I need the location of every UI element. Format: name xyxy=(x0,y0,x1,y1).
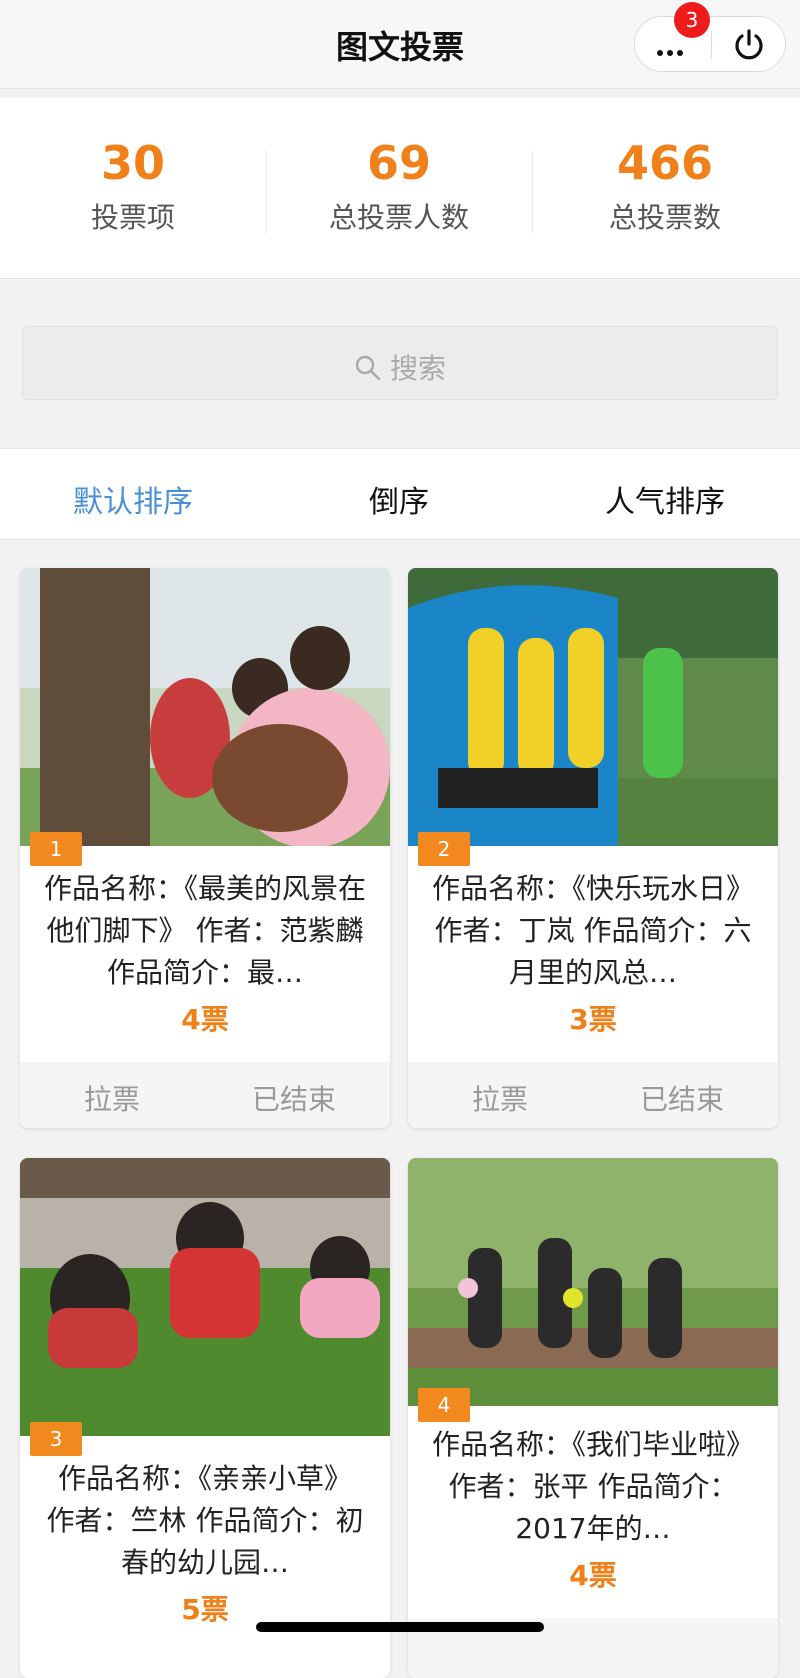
stat-value: 69 xyxy=(366,136,431,190)
stat-label: 总投票人数 xyxy=(328,201,469,234)
stat-label: 总投票数 xyxy=(608,201,721,234)
more-dots-icon xyxy=(657,41,687,60)
stat-value: 30 xyxy=(100,136,165,190)
vote-count: 4票 xyxy=(181,1003,229,1036)
stat-items: 30 投票项 xyxy=(0,138,266,236)
home-indicator xyxy=(256,1622,544,1632)
vote-count: 3票 xyxy=(569,1003,617,1036)
tab-default-sort[interactable]: 默认排序 xyxy=(0,477,266,521)
stats-panel: 30 投票项 69 总投票人数 466 总投票数 xyxy=(0,98,800,279)
item-description: 作品名称：《快乐玩水日》 作者：丁岚 作品简介：六月里的风总… xyxy=(432,872,754,989)
canvass-button[interactable]: 拉票 xyxy=(472,1078,528,1118)
item-photo xyxy=(20,568,390,846)
ended-status: 已结束 xyxy=(252,1083,337,1116)
ended-status: 已结束 xyxy=(640,1083,725,1116)
sort-tabs: 默认排序 倒序 人气排序 xyxy=(0,448,800,540)
stat-label: 投票项 xyxy=(90,201,175,234)
item-description: 作品名称：《我们毕业啦》 作者：张平 作品简介：2017年的… xyxy=(432,1428,754,1545)
notification-badge: 3 xyxy=(674,2,710,38)
rank-tag: 3 xyxy=(30,1422,82,1456)
card-actions: 拉票 已结束 xyxy=(408,1062,778,1128)
item-description: 作品名称：《亲亲小草》 作者：竺林 作品简介：初春的幼儿园… xyxy=(46,1462,364,1579)
tab-popularity-sort[interactable]: 人气排序 xyxy=(532,477,798,521)
canvass-button[interactable]: 拉票 xyxy=(84,1078,140,1118)
search-input[interactable]: 搜索 xyxy=(22,326,778,400)
rank-tag: 2 xyxy=(418,832,470,866)
vote-item-card[interactable]: 3 作品名称：《亲亲小草》 作者：竺林 作品简介：初春的幼儿园… 5票 xyxy=(20,1158,390,1678)
stat-votes: 466 总投票数 xyxy=(532,138,798,236)
vote-count: 4票 xyxy=(569,1559,617,1592)
stat-voters: 69 总投票人数 xyxy=(266,138,532,236)
close-power-button[interactable] xyxy=(731,27,767,63)
rank-tag: 4 xyxy=(418,1388,470,1422)
stat-value: 466 xyxy=(616,136,714,190)
power-icon xyxy=(735,29,763,60)
vote-item-card[interactable]: 1 作品名称：《最美的风景在他们脚下》 作者：范紫麟 作品简介：最… 4票 拉票… xyxy=(20,568,390,1128)
tab-reverse-sort[interactable]: 倒序 xyxy=(266,477,532,521)
capsule-divider xyxy=(711,31,712,59)
item-photo xyxy=(20,1158,390,1436)
top-bar: 图文投票 3 xyxy=(0,0,800,89)
search-placeholder: 搜索 xyxy=(389,352,446,385)
item-description: 作品名称：《最美的风景在他们脚下》 作者：范紫麟 作品简介：最… xyxy=(44,872,366,989)
mini-program-capsule xyxy=(634,16,786,72)
search-icon xyxy=(355,355,381,381)
rank-tag: 1 xyxy=(30,832,82,866)
vote-item-card[interactable]: 2 作品名称：《快乐玩水日》 作者：丁岚 作品简介：六月里的风总… 3票 拉票 … xyxy=(408,568,778,1128)
vote-item-card[interactable]: 4 作品名称：《我们毕业啦》 作者：张平 作品简介：2017年的… 4票 xyxy=(408,1158,778,1678)
item-photo xyxy=(408,1158,778,1406)
card-actions: 拉票 已结束 xyxy=(20,1062,390,1128)
item-photo xyxy=(408,568,778,846)
search-placeholder-row: 搜索 xyxy=(23,347,777,387)
